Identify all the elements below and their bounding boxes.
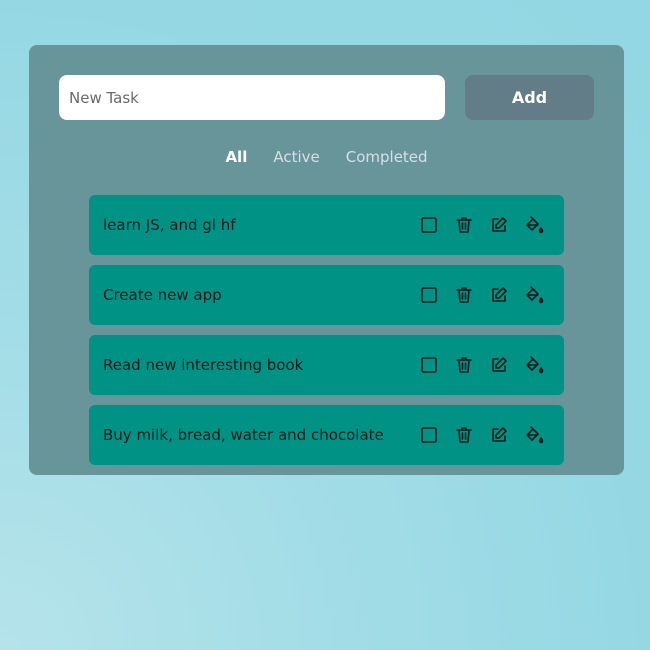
todo-panel: Add All Active Completed learn JS, and g…	[29, 45, 624, 475]
checkbox-icon[interactable]	[419, 355, 439, 375]
trash-icon[interactable]	[454, 355, 474, 375]
edit-icon[interactable]	[489, 425, 509, 445]
task-actions	[419, 425, 544, 445]
task-actions	[419, 355, 544, 375]
checkbox-icon[interactable]	[419, 425, 439, 445]
task-item: Buy milk, bread, water and chocolate	[89, 405, 564, 465]
task-actions	[419, 215, 544, 235]
edit-icon[interactable]	[489, 285, 509, 305]
edit-icon[interactable]	[489, 355, 509, 375]
paint-bucket-icon[interactable]	[524, 425, 544, 445]
task-text: learn JS, and gl hf	[103, 216, 236, 234]
filter-active[interactable]: Active	[273, 148, 319, 166]
filter-tabs: All Active Completed	[29, 148, 624, 166]
task-item: Read new interesting book	[89, 335, 564, 395]
task-item: Create new app	[89, 265, 564, 325]
paint-bucket-icon[interactable]	[524, 215, 544, 235]
task-text: Buy milk, bread, water and chocolate	[103, 426, 384, 444]
trash-icon[interactable]	[454, 215, 474, 235]
new-task-input[interactable]	[59, 75, 445, 120]
trash-icon[interactable]	[454, 285, 474, 305]
task-list: learn JS, and gl hf Create new app Read …	[89, 195, 564, 475]
add-button[interactable]: Add	[465, 75, 594, 120]
task-actions	[419, 285, 544, 305]
paint-bucket-icon[interactable]	[524, 355, 544, 375]
task-text: Create new app	[103, 286, 222, 304]
checkbox-icon[interactable]	[419, 215, 439, 235]
edit-icon[interactable]	[489, 215, 509, 235]
filter-all[interactable]: All	[225, 148, 247, 166]
task-text: Read new interesting book	[103, 356, 304, 374]
checkbox-icon[interactable]	[419, 285, 439, 305]
trash-icon[interactable]	[454, 425, 474, 445]
task-item: learn JS, and gl hf	[89, 195, 564, 255]
paint-bucket-icon[interactable]	[524, 285, 544, 305]
filter-completed[interactable]: Completed	[346, 148, 428, 166]
